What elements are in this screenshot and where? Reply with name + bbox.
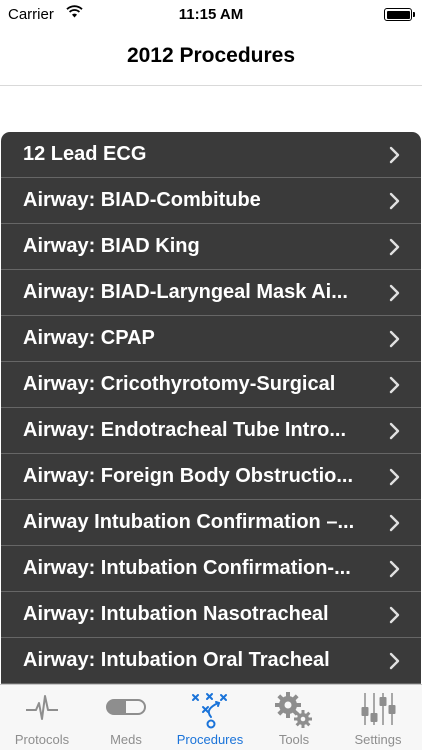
sliders-icon <box>361 693 396 725</box>
tab-procedures[interactable]: Procedures <box>168 685 252 751</box>
procedure-label: Airway: Foreign Body Obstructio... <box>23 465 354 487</box>
chevron-right-icon <box>389 652 400 670</box>
procedure-label: Airway: Intubation Oral Tracheal <box>23 649 330 671</box>
procedure-label: 12 Lead ECG <box>23 143 147 165</box>
chevron-right-icon <box>389 468 400 486</box>
procedure-label: Airway: BIAD-Laryngeal Mask Ai... <box>23 281 348 303</box>
tab-label: Procedures <box>176 732 244 747</box>
procedure-row[interactable]: Airway: Intubation Confirmation-... <box>1 546 421 592</box>
pill-icon <box>106 699 146 715</box>
procedure-label: Airway Intubation Confirmation –... <box>23 511 355 533</box>
procedure-row[interactable]: Airway: CPAP <box>1 316 421 362</box>
procedure-row[interactable]: Airway: Endotracheal Tube Intro... <box>1 408 421 454</box>
procedure-row[interactable]: Airway Intubation Confirmation –... <box>1 500 421 546</box>
procedure-label: Airway: BIAD-Combitube <box>23 189 261 211</box>
procedure-row[interactable]: Airway: BIAD-Laryngeal Mask Ai... <box>1 270 421 316</box>
chevron-right-icon <box>389 422 400 440</box>
chevron-right-icon <box>389 284 400 302</box>
tab-bar: Protocols Meds Procedures Tools Settings <box>0 684 422 750</box>
navigation-bar: 2012 Procedures <box>0 30 422 86</box>
tab-tools[interactable]: Tools <box>252 685 336 751</box>
procedure-row[interactable]: 12 Lead ECG <box>1 132 421 178</box>
procedure-row[interactable]: Airway: Intubation Oral Tracheal <box>1 638 421 684</box>
tab-label: Settings <box>354 732 402 747</box>
chevron-right-icon <box>389 192 400 210</box>
battery-icon <box>384 8 415 21</box>
procedure-row[interactable]: Airway: Intubation Nasotracheal <box>1 592 421 638</box>
play-diagram-icon <box>192 693 227 729</box>
chevron-right-icon <box>389 238 400 256</box>
waveform-icon <box>26 695 58 720</box>
gears-icon <box>275 692 312 728</box>
procedure-row[interactable]: Airway: Foreign Body Obstructio... <box>1 454 421 500</box>
procedure-label: Airway: Cricothyrotomy-Surgical <box>23 373 336 395</box>
status-bar: Carrier 11:15 AM <box>0 0 422 30</box>
tab-meds[interactable]: Meds <box>84 685 168 751</box>
procedure-label: Airway: Intubation Nasotracheal <box>23 603 329 625</box>
chevron-right-icon <box>389 560 400 578</box>
procedure-label: Airway: CPAP <box>23 327 155 349</box>
tab-settings[interactable]: Settings <box>336 685 420 751</box>
tab-label: Meds <box>110 732 142 747</box>
tab-label: Protocols <box>14 732 70 747</box>
procedure-label: Airway: Endotracheal Tube Intro... <box>23 419 347 441</box>
chevron-right-icon <box>389 146 400 164</box>
procedure-list[interactable]: 12 Lead ECG Airway: BIAD-Combitube Airway:… <box>1 132 421 684</box>
tab-protocols[interactable]: Protocols <box>0 685 84 751</box>
chevron-right-icon <box>389 330 400 348</box>
procedure-row[interactable]: Airway: Cricothyrotomy-Surgical <box>1 362 421 408</box>
chevron-right-icon <box>389 606 400 624</box>
procedure-label: Airway: BIAD King <box>23 235 200 257</box>
procedure-row[interactable]: Airway: BIAD-Combitube <box>1 178 421 224</box>
clock: 11:15 AM <box>178 6 244 23</box>
procedure-row[interactable]: Airway: BIAD King <box>1 224 421 270</box>
chevron-right-icon <box>389 376 400 394</box>
page-title: 2012 Procedures <box>126 44 296 67</box>
chevron-right-icon <box>389 514 400 532</box>
tab-label: Tools <box>278 732 310 747</box>
procedure-label: Airway: Intubation Confirmation-... <box>23 557 351 579</box>
